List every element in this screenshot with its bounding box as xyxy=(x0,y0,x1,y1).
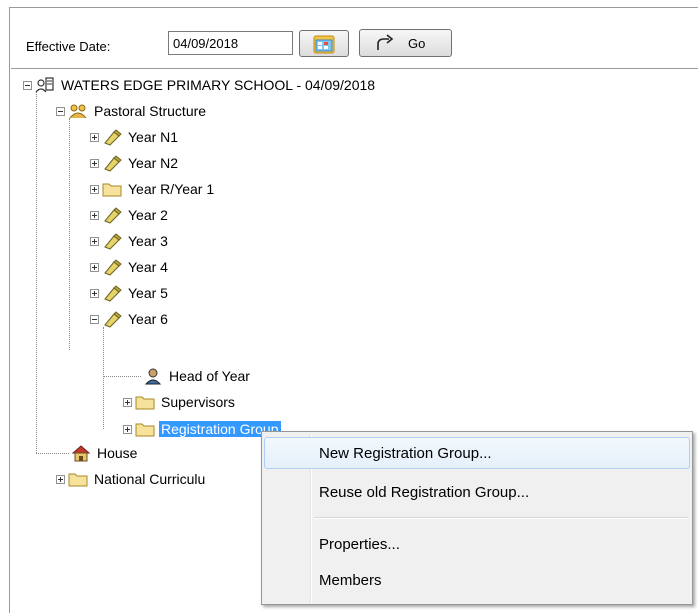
tree-node-year-n1[interactable]: Year N1 xyxy=(90,124,180,150)
tree-node-label: Year 6 xyxy=(128,311,168,327)
folder-icon xyxy=(102,183,122,197)
tree-node-year-5[interactable]: Year 5 xyxy=(90,280,170,306)
tree-node-label: Year 5 xyxy=(128,285,168,301)
context-menu: New Registration Group... Reuse old Regi… xyxy=(261,431,693,605)
tree-node-label: Year R/Year 1 xyxy=(128,181,215,197)
tree-node-school[interactable]: WATERS EDGE PRIMARY SCHOOL - 04/09/2018 xyxy=(23,72,377,98)
tree-node-label: Year N1 xyxy=(128,129,179,145)
tree-node-label: Pastoral Structure xyxy=(94,103,207,119)
tree-node-label: Year N2 xyxy=(128,155,179,171)
folder-icon xyxy=(135,423,155,437)
tree-node-house[interactable]: House xyxy=(71,440,139,466)
effective-date-label: Effective Date: xyxy=(26,39,111,54)
expand-icon[interactable] xyxy=(90,236,99,246)
tree-node-label: Supervisors xyxy=(161,394,235,410)
tree-node-label: WATERS EDGE PRIMARY SCHOOL - 04/09/2018 xyxy=(61,77,376,93)
tree-node-head-of-year[interactable]: Head of Year xyxy=(143,363,252,389)
house-icon xyxy=(71,445,91,462)
menu-item-members[interactable]: Members xyxy=(264,564,690,596)
calendar-icon xyxy=(313,35,335,54)
tree-connector xyxy=(103,376,141,377)
pencil-icon xyxy=(104,207,122,224)
pencil-icon xyxy=(104,285,122,302)
menu-item-properties[interactable]: Properties... xyxy=(264,528,690,560)
tree-node-pastoral-structure[interactable]: Pastoral Structure xyxy=(56,98,208,124)
tree-node-year-6[interactable]: Year 6 xyxy=(90,306,170,332)
folder-icon xyxy=(68,473,88,487)
tree-connector xyxy=(36,92,37,453)
menu-item-new-registration-group[interactable]: New Registration Group... xyxy=(264,437,690,469)
expand-icon[interactable] xyxy=(123,424,132,434)
pencil-icon xyxy=(104,311,122,328)
tree-node-label: National Curriculu xyxy=(94,471,206,487)
tree-node-year-r-year-1[interactable]: Year R/Year 1 xyxy=(90,176,216,202)
tree-node-label: House xyxy=(97,445,138,461)
pencil-icon xyxy=(104,129,122,146)
tree-node-year-4[interactable]: Year 4 xyxy=(90,254,170,280)
folder-icon xyxy=(135,396,155,410)
expand-icon[interactable] xyxy=(56,474,65,484)
pastoral-structure-icon xyxy=(69,104,87,119)
expand-icon[interactable] xyxy=(90,262,99,272)
expand-icon[interactable] xyxy=(90,288,99,298)
tree-node-label: Head of Year xyxy=(169,368,250,384)
collapse-icon[interactable] xyxy=(23,80,32,90)
menu-separator xyxy=(314,517,688,519)
tree-node-supervisors[interactable]: Supervisors xyxy=(123,389,237,415)
tree-node-national-curriculum[interactable]: National Curriculu xyxy=(56,466,207,492)
tree-node-registration-group[interactable]: Registration Group xyxy=(123,416,281,442)
pencil-icon xyxy=(104,233,122,250)
collapse-icon[interactable] xyxy=(90,314,99,324)
expand-icon[interactable] xyxy=(90,210,99,220)
tree-node-year-n2[interactable]: Year N2 xyxy=(90,150,180,176)
pencil-icon xyxy=(104,155,122,172)
tree-connector xyxy=(36,453,69,454)
toolbar: Effective Date: Go xyxy=(10,8,698,68)
effective-date-input[interactable] xyxy=(168,31,293,55)
calendar-button[interactable] xyxy=(299,30,349,57)
expand-icon[interactable] xyxy=(90,184,99,194)
expand-icon[interactable] xyxy=(123,397,132,407)
tree-node-label: Year 3 xyxy=(128,233,168,249)
collapse-icon[interactable] xyxy=(56,106,65,116)
go-arrow-icon xyxy=(377,34,394,50)
tree-node-label: Year 2 xyxy=(128,207,168,223)
person-icon xyxy=(144,368,162,385)
expand-icon[interactable] xyxy=(90,132,99,142)
pencil-icon xyxy=(104,259,122,276)
tree-node-label: Year 4 xyxy=(128,259,168,275)
expand-icon[interactable] xyxy=(90,158,99,168)
school-icon xyxy=(35,77,54,93)
tree-connector xyxy=(103,327,104,429)
menu-item-reuse-old-registration-group[interactable]: Reuse old Registration Group... xyxy=(264,476,690,508)
go-button-label: Go xyxy=(408,36,426,51)
tree-node-year-2[interactable]: Year 2 xyxy=(90,202,170,228)
go-button[interactable]: Go xyxy=(359,29,452,57)
tree-node-year-3[interactable]: Year 3 xyxy=(90,228,170,254)
tree-connector xyxy=(69,118,70,350)
